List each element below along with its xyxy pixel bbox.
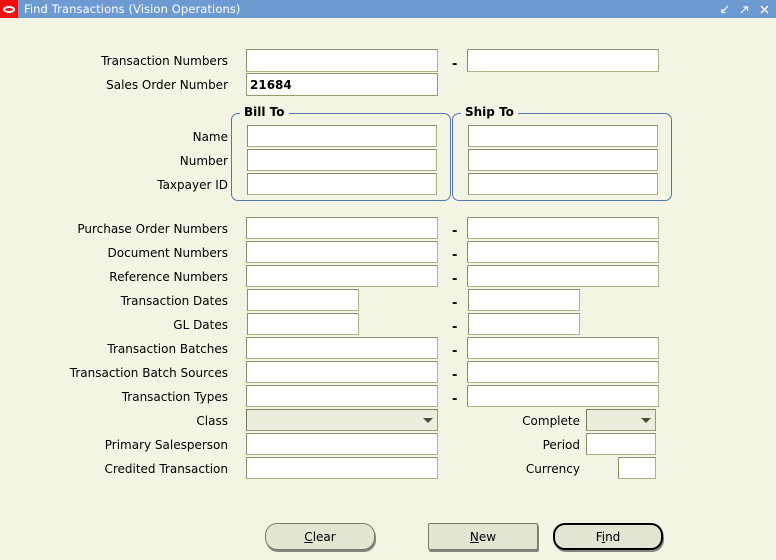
range-separator: - xyxy=(452,392,458,407)
label-transaction-types: Transaction Types xyxy=(121,390,228,404)
window-title: Find Transactions (Vision Operations) xyxy=(24,2,241,16)
clear-button-label: Clear xyxy=(304,530,335,544)
gl-dates-from-input[interactable] xyxy=(247,313,359,335)
transaction-numbers-to-input[interactable] xyxy=(467,49,659,72)
label-bill-to-number: Number xyxy=(179,154,228,168)
credited-transaction-input[interactable] xyxy=(246,457,438,479)
period-input[interactable] xyxy=(586,433,656,455)
oracle-logo-icon xyxy=(0,0,18,18)
label-class: Class xyxy=(196,414,228,428)
bill-to-group-title: Bill To xyxy=(240,106,289,118)
label-primary-salesperson: Primary Salesperson xyxy=(104,438,228,452)
new-button-label: New xyxy=(470,530,496,544)
find-transactions-form: Transaction Numbers - Sales Order Number… xyxy=(0,18,776,560)
label-transaction-batches: Transaction Batches xyxy=(107,342,228,356)
range-separator: - xyxy=(452,272,458,287)
transaction-types-from-input[interactable] xyxy=(246,385,438,407)
range-separator: - xyxy=(452,224,458,239)
clear-button[interactable]: Clear xyxy=(265,523,375,550)
label-bill-to-name: Name xyxy=(192,130,228,144)
bill-to-name-input[interactable] xyxy=(247,125,437,147)
label-sales-order-number: Sales Order Number xyxy=(106,78,228,92)
ship-to-number-input[interactable] xyxy=(468,149,658,171)
label-credited-transaction: Credited Transaction xyxy=(104,462,228,476)
transaction-batches-to-input[interactable] xyxy=(467,337,659,359)
bill-to-number-input[interactable] xyxy=(247,149,437,171)
ship-to-name-input[interactable] xyxy=(468,125,658,147)
find-button-label: Find xyxy=(596,530,621,544)
chevron-down-icon xyxy=(423,417,433,423)
transaction-batch-sources-from-input[interactable] xyxy=(246,361,438,383)
purchase-order-numbers-to-input[interactable] xyxy=(467,217,659,239)
range-separator: - xyxy=(452,57,458,72)
window-controls xyxy=(719,4,770,15)
clear-post: lear xyxy=(312,529,336,544)
label-transaction-numbers: Transaction Numbers xyxy=(101,54,228,68)
find-post: nd xyxy=(605,529,621,544)
label-purchase-order-numbers: Purchase Order Numbers xyxy=(77,222,228,236)
ship-to-group-title: Ship To xyxy=(461,106,518,118)
ship-to-taxpayer-id-input[interactable] xyxy=(468,173,658,195)
range-separator: - xyxy=(452,344,458,359)
new-post: ew xyxy=(478,529,497,544)
range-separator: - xyxy=(452,248,458,263)
complete-dropdown[interactable] xyxy=(586,409,656,431)
transaction-numbers-from-input[interactable] xyxy=(246,49,438,72)
new-button[interactable]: New xyxy=(428,523,538,550)
new-mnemonic: N xyxy=(469,529,479,544)
range-separator: - xyxy=(452,296,458,311)
window-titlebar[interactable]: Find Transactions (Vision Operations) xyxy=(0,0,776,18)
close-button[interactable] xyxy=(759,4,770,15)
class-dropdown[interactable] xyxy=(246,409,438,431)
label-reference-numbers: Reference Numbers xyxy=(109,270,228,284)
maximize-button[interactable] xyxy=(739,4,750,15)
document-numbers-from-input[interactable] xyxy=(246,241,438,263)
transaction-types-to-input[interactable] xyxy=(467,385,659,407)
label-document-numbers: Document Numbers xyxy=(107,246,228,260)
label-period: Period xyxy=(542,438,580,452)
minimize-button[interactable] xyxy=(719,4,730,15)
label-gl-dates: GL Dates xyxy=(173,318,228,332)
label-transaction-batch-sources: Transaction Batch Sources xyxy=(69,366,228,380)
gl-dates-to-input[interactable] xyxy=(468,313,580,335)
find-button[interactable]: Find xyxy=(553,523,663,550)
chevron-down-icon xyxy=(641,417,651,423)
currency-input[interactable] xyxy=(618,457,656,479)
label-currency: Currency xyxy=(525,462,580,476)
label-bill-to-taxpayer-id: Taxpayer ID xyxy=(157,178,228,192)
primary-salesperson-input[interactable] xyxy=(246,433,438,455)
bill-to-taxpayer-id-input[interactable] xyxy=(247,173,437,195)
range-separator: - xyxy=(452,368,458,383)
purchase-order-numbers-from-input[interactable] xyxy=(246,217,438,239)
reference-numbers-to-input[interactable] xyxy=(467,265,659,287)
transaction-dates-to-input[interactable] xyxy=(468,289,580,311)
range-separator: - xyxy=(452,320,458,335)
clear-mnemonic: C xyxy=(304,529,313,544)
label-transaction-dates: Transaction Dates xyxy=(120,294,228,308)
reference-numbers-from-input[interactable] xyxy=(246,265,438,287)
document-numbers-to-input[interactable] xyxy=(467,241,659,263)
transaction-dates-from-input[interactable] xyxy=(247,289,359,311)
sales-order-number-input[interactable]: 21684 xyxy=(246,73,438,96)
transaction-batch-sources-to-input[interactable] xyxy=(467,361,659,383)
transaction-batches-from-input[interactable] xyxy=(246,337,438,359)
label-complete: Complete xyxy=(522,414,580,428)
